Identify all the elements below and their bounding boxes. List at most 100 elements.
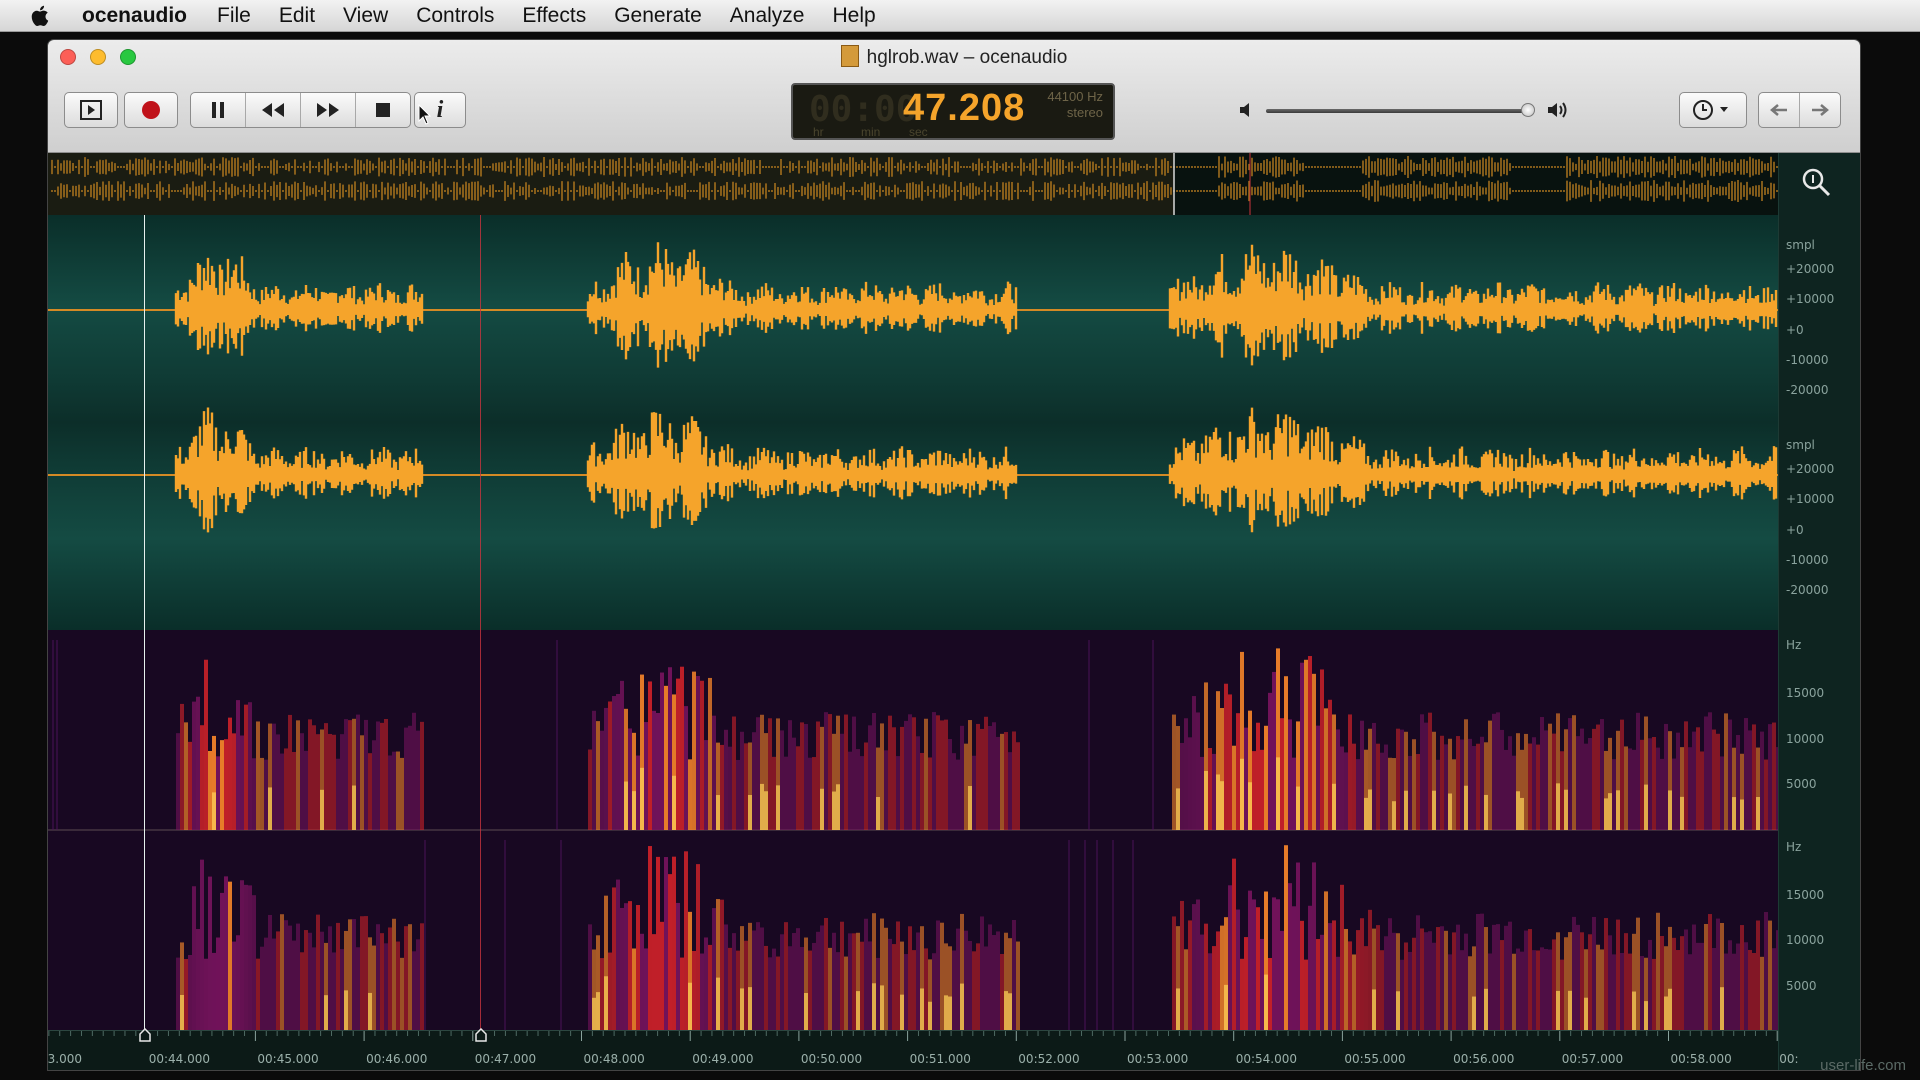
spectrogram-band	[1436, 927, 1440, 1030]
spectrogram-peak	[836, 784, 840, 830]
spectrogram-band	[932, 712, 936, 830]
spectrogram-band	[1312, 673, 1316, 830]
spectrogram-band	[604, 707, 608, 830]
spectrogram-band	[840, 921, 844, 1030]
spectrogram-band	[1344, 928, 1348, 1030]
spectrogram-band	[360, 916, 364, 1030]
spectrogram-peak	[1632, 991, 1636, 1030]
spectrogram-band	[952, 950, 956, 1030]
spectrogram-band	[1320, 934, 1324, 1030]
spectrogram-view[interactable]	[48, 630, 1778, 1030]
spectrogram-band	[248, 702, 252, 830]
spectrogram-band	[840, 733, 844, 830]
record-button[interactable]	[124, 92, 178, 128]
spectrogram-band	[308, 932, 312, 1030]
time-ruler-label: 00:47.000	[474, 1052, 537, 1066]
zoom-icon[interactable]	[1800, 166, 1832, 198]
overview-waveform[interactable]	[48, 153, 1778, 215]
time-unit-hr: hr	[813, 125, 824, 139]
menu-bar: ocenaudio File Edit View Controls Effect…	[0, 0, 1920, 32]
spectrogram-band	[1524, 930, 1528, 1030]
spectrogram-band	[1424, 932, 1428, 1030]
spectrogram-band	[1336, 729, 1340, 830]
spectrogram-band	[244, 704, 248, 830]
spectrogram-band	[628, 728, 632, 830]
spectrogram-band	[1016, 742, 1020, 830]
spectrogram-peak	[212, 792, 216, 830]
spectrogram-band	[1520, 951, 1524, 1030]
position-marker-icon[interactable]	[474, 1028, 488, 1042]
spectrogram-band	[196, 696, 200, 830]
spectrogram-band	[984, 716, 988, 830]
spectrogram-band	[1288, 883, 1292, 1030]
spectrogram-band	[688, 759, 692, 830]
spectrogram-band	[316, 914, 320, 1030]
spectrogram-band	[736, 950, 740, 1030]
spectrogram-band	[1576, 924, 1580, 1030]
spectrogram-band	[1436, 759, 1440, 830]
spectrogram-band	[1236, 713, 1240, 830]
cursor-marker-icon[interactable]	[138, 1028, 152, 1042]
spectrogram-noise	[1068, 840, 1070, 1030]
spectrogram-band	[792, 737, 796, 830]
spectrogram-peak	[1556, 990, 1560, 1030]
spectrogram-band	[1676, 732, 1680, 830]
playhead-cursor[interactable]	[144, 215, 145, 1030]
rewind-button[interactable]	[246, 93, 301, 127]
mouse-cursor-icon	[418, 104, 432, 125]
menu-generate[interactable]: Generate	[614, 4, 702, 28]
spectrogram-band	[1352, 954, 1356, 1030]
spectrogram-band	[1640, 739, 1644, 830]
spectrogram-band	[1272, 671, 1276, 830]
spectrogram-band	[328, 733, 332, 830]
spectrogram-band	[1328, 699, 1332, 830]
spectrogram-band	[240, 735, 244, 830]
spectrogram-peak	[1216, 774, 1220, 830]
spectrogram-band	[1572, 916, 1576, 1030]
menu-effects[interactable]: Effects	[522, 4, 586, 28]
fast-forward-button[interactable]	[301, 93, 356, 127]
forward-button[interactable]	[1800, 93, 1840, 127]
spectrogram-band	[336, 922, 340, 1030]
waveform-view[interactable]	[48, 215, 1778, 630]
spectrogram-band	[948, 739, 952, 830]
spectrogram-band	[384, 718, 388, 830]
spectrogram-band	[868, 941, 872, 1030]
spectrogram-band	[1708, 914, 1712, 1030]
spectrogram-band	[264, 937, 268, 1030]
spectrogram-band	[1308, 905, 1312, 1030]
spectrogram-band	[208, 750, 212, 830]
spectrogram-band	[1624, 746, 1628, 830]
spectrogram-band	[732, 933, 736, 1030]
volume-slider-track[interactable]	[1266, 109, 1528, 113]
menu-analyze[interactable]: Analyze	[730, 4, 805, 28]
play-selection-button[interactable]	[64, 92, 118, 128]
pause-button[interactable]	[191, 93, 246, 127]
app-menu[interactable]: ocenaudio	[82, 4, 187, 28]
spectrogram-band	[1228, 885, 1232, 1030]
menu-view[interactable]: View	[343, 4, 388, 28]
volume-slider-knob[interactable]	[1521, 103, 1535, 117]
apple-menu-icon[interactable]	[0, 0, 82, 31]
spectrogram-band	[1552, 939, 1556, 1030]
spectrogram-band	[1700, 751, 1704, 830]
spectrogram-band	[664, 857, 668, 1030]
back-button[interactable]	[1759, 93, 1800, 127]
stop-button[interactable]	[356, 93, 410, 127]
spectrogram-band	[1184, 718, 1188, 830]
history-dropdown-button[interactable]	[1679, 92, 1747, 128]
time-display[interactable]: 00:00 47.208 hr min sec 44100 Hz stereo	[791, 83, 1115, 140]
spectrogram-noise	[1112, 840, 1114, 1030]
spectrogram-band	[1280, 718, 1284, 830]
spectrogram-band	[420, 923, 424, 1030]
menu-file[interactable]: File	[217, 4, 251, 28]
info-icon: i	[436, 96, 444, 123]
spectrogram-peak	[872, 983, 876, 1030]
menu-controls[interactable]: Controls	[416, 4, 494, 28]
menu-help[interactable]: Help	[832, 4, 875, 28]
spectrogram-band	[1476, 914, 1480, 1030]
spectrogram-peak	[1740, 799, 1744, 830]
menu-edit[interactable]: Edit	[279, 4, 315, 28]
spectrogram-band	[796, 928, 800, 1030]
spectrogram-band	[1656, 747, 1660, 830]
